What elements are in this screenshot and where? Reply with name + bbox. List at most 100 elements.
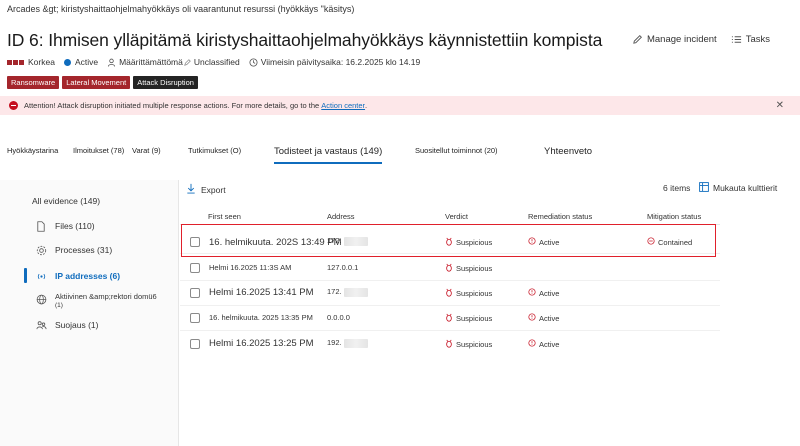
tab-attack-story[interactable]: Hyökkäystarina (7, 146, 58, 155)
pencil-icon (632, 34, 643, 45)
tab-evidence-and-response[interactable]: Todisteet ja vastaus (149) (274, 146, 383, 164)
sidebar-item-label: IP addresses (6) (55, 271, 121, 281)
banner-end: . (365, 101, 368, 110)
column-header-mitigation[interactable]: Mitigation status (647, 212, 701, 221)
tab-summary[interactable]: Yhteenveto (544, 146, 592, 157)
verdict-cell: Suspicious (445, 263, 492, 274)
status-dot-icon (63, 58, 71, 66)
tab-evidence-label: Todisteet ja vastaus (149) (274, 146, 383, 157)
first-seen-cell: 16. helmikuuta. 2025 13:35 PM (209, 313, 313, 322)
column-header-verdict[interactable]: Verdict (445, 212, 468, 221)
column-header-remediation[interactable]: Remediation status (528, 212, 592, 221)
column-header-first-seen[interactable]: First seen (208, 212, 241, 221)
table-row[interactable]: 16. helmikuuta. 2025 13:35 PM 0.0.0.0 Su… (180, 305, 720, 331)
row-checkbox[interactable] (190, 313, 200, 323)
row-checkbox[interactable] (190, 288, 200, 298)
page-title: ID 6: Ihmisen ylläpitämä kiristyshaittao… (7, 30, 603, 50)
gear-icon (36, 245, 47, 258)
tab-assets[interactable]: Varat (9) (132, 146, 161, 155)
severity-label: Korkea (28, 57, 55, 67)
status-label: Active (74, 57, 99, 67)
first-seen-cell: Helmi 16.2025 11:3S AM (209, 263, 292, 272)
error-icon (9, 101, 18, 110)
incident-tags: Ransomware Lateral Movement Attack Disru… (7, 76, 198, 89)
manage-incident-button[interactable]: Manage incident (632, 34, 717, 45)
customize-label: Mukauta kulttierit (713, 183, 778, 193)
manage-incident-label: Manage incident (646, 34, 717, 45)
tag-lateral-movement: Lateral Movement (62, 76, 131, 89)
bug-icon (445, 288, 453, 299)
assigned-label[interactable]: Määrittämättömä (119, 57, 183, 67)
banner-text: Attention! Attack disruption initiated m… (24, 101, 320, 110)
table-row[interactable]: Helmi 16.2025 13:41 PM 172. Suspicious A… (180, 280, 720, 306)
remediation-cell: Active (528, 339, 559, 349)
first-seen-cell: Helmi 16.2025 13:41 PM (209, 287, 314, 298)
verdict-cell: Suspicious (445, 288, 492, 299)
redacted-block (343, 338, 368, 348)
clock-icon (249, 57, 258, 67)
sidebar-divider (178, 180, 179, 446)
tasks-button[interactable]: Tasks (731, 34, 770, 45)
address-cell: 127.0.0.1 (327, 263, 359, 272)
users-icon (36, 320, 47, 333)
customize-columns-button[interactable]: Mukauta kulttierit (699, 182, 777, 194)
clock-icon (528, 288, 536, 298)
export-button[interactable]: Export (186, 183, 226, 196)
sidebar-item-sublabel: (1) (55, 302, 63, 309)
columns-icon (699, 182, 709, 194)
task-list-icon (731, 34, 742, 45)
incident-meta: Korkea Active Määrittämättömä Unclassifi… (7, 57, 420, 67)
export-label: Export (201, 184, 226, 195)
remediation-cell: Active (528, 313, 559, 323)
active-tab-underline (274, 162, 383, 164)
person-icon (107, 58, 116, 67)
verdict-cell: Suspicious (445, 313, 492, 324)
clock-icon (528, 313, 536, 323)
top-actions: Manage incident Tasks (632, 34, 770, 45)
row-checkbox[interactable] (190, 263, 200, 273)
tasks-label: Tasks (745, 34, 770, 45)
globe-icon (36, 294, 47, 307)
tab-recommended-actions[interactable]: Suositellut toiminnot (20) (415, 146, 498, 155)
download-icon (186, 183, 196, 196)
file-icon (36, 221, 46, 234)
verdict-cell: Suspicious (445, 339, 492, 350)
column-header-address[interactable]: Address (327, 212, 355, 221)
address-cell: 0.0.0.0 (327, 313, 350, 322)
tab-alerts[interactable]: Ilmoitukset (78) (73, 146, 124, 155)
attention-banner: Attention! Attack disruption initiated m… (0, 96, 800, 115)
address-cell: 192. (327, 338, 368, 348)
selected-indicator (24, 268, 27, 283)
table-header: First seen Address Verdict Remediation s… (180, 210, 800, 224)
sidebar-item-label: Suojaus (1) (55, 320, 99, 330)
tag-ransomware: Ransomware (7, 76, 60, 89)
table-row[interactable]: Helmi 16.2025 11:3S AM 127.0.0.1 Suspici… (180, 255, 720, 281)
address-cell: 172. (327, 287, 368, 297)
tab-bar: Hyökkäystarina Ilmoitukset (78) Varat (9… (0, 140, 800, 164)
sidebar-item-label: Aktiivinen &amp;rektori domü6 (55, 292, 157, 301)
first-seen-cell: Helmi 16.2025 13:25 PM (209, 338, 314, 349)
bug-icon (445, 339, 453, 350)
severity-icon (7, 59, 24, 65)
sidebar-item-label: Files (110) (55, 221, 95, 231)
tag-attack-disruption: Attack Disruption (133, 76, 198, 89)
bug-icon (445, 313, 453, 324)
bug-icon (445, 263, 453, 274)
last-updated-label: Viimeisin päivitysaika: 16.2.2025 klo 14… (260, 57, 421, 67)
evidence-sidebar: All evidence (149) Files (110) Processes… (0, 180, 178, 446)
classification-label[interactable]: Unclassified (194, 57, 240, 67)
table-row[interactable]: Helmi 16.2025 13:25 PM 192. Suspicious A… (180, 330, 720, 356)
close-icon[interactable]: ✕ (776, 100, 784, 111)
tab-investigations[interactable]: Tutkimukset (O) (188, 146, 241, 155)
edit-pen-icon (184, 58, 191, 66)
row-checkbox[interactable] (190, 339, 200, 349)
sidebar-all-evidence[interactable]: All evidence (149) (32, 196, 100, 206)
broadcast-icon (36, 271, 47, 284)
clock-icon (528, 339, 536, 349)
action-center-link[interactable]: Action center (321, 101, 365, 110)
breadcrumb[interactable]: Arcades &gt; kiristyshaittaohjelmahyökkä… (7, 4, 354, 14)
sidebar-item-label: Processes (31) (55, 245, 113, 255)
remediation-cell: Active (528, 288, 559, 298)
highlight-box (181, 224, 716, 257)
redacted-block (343, 287, 368, 297)
